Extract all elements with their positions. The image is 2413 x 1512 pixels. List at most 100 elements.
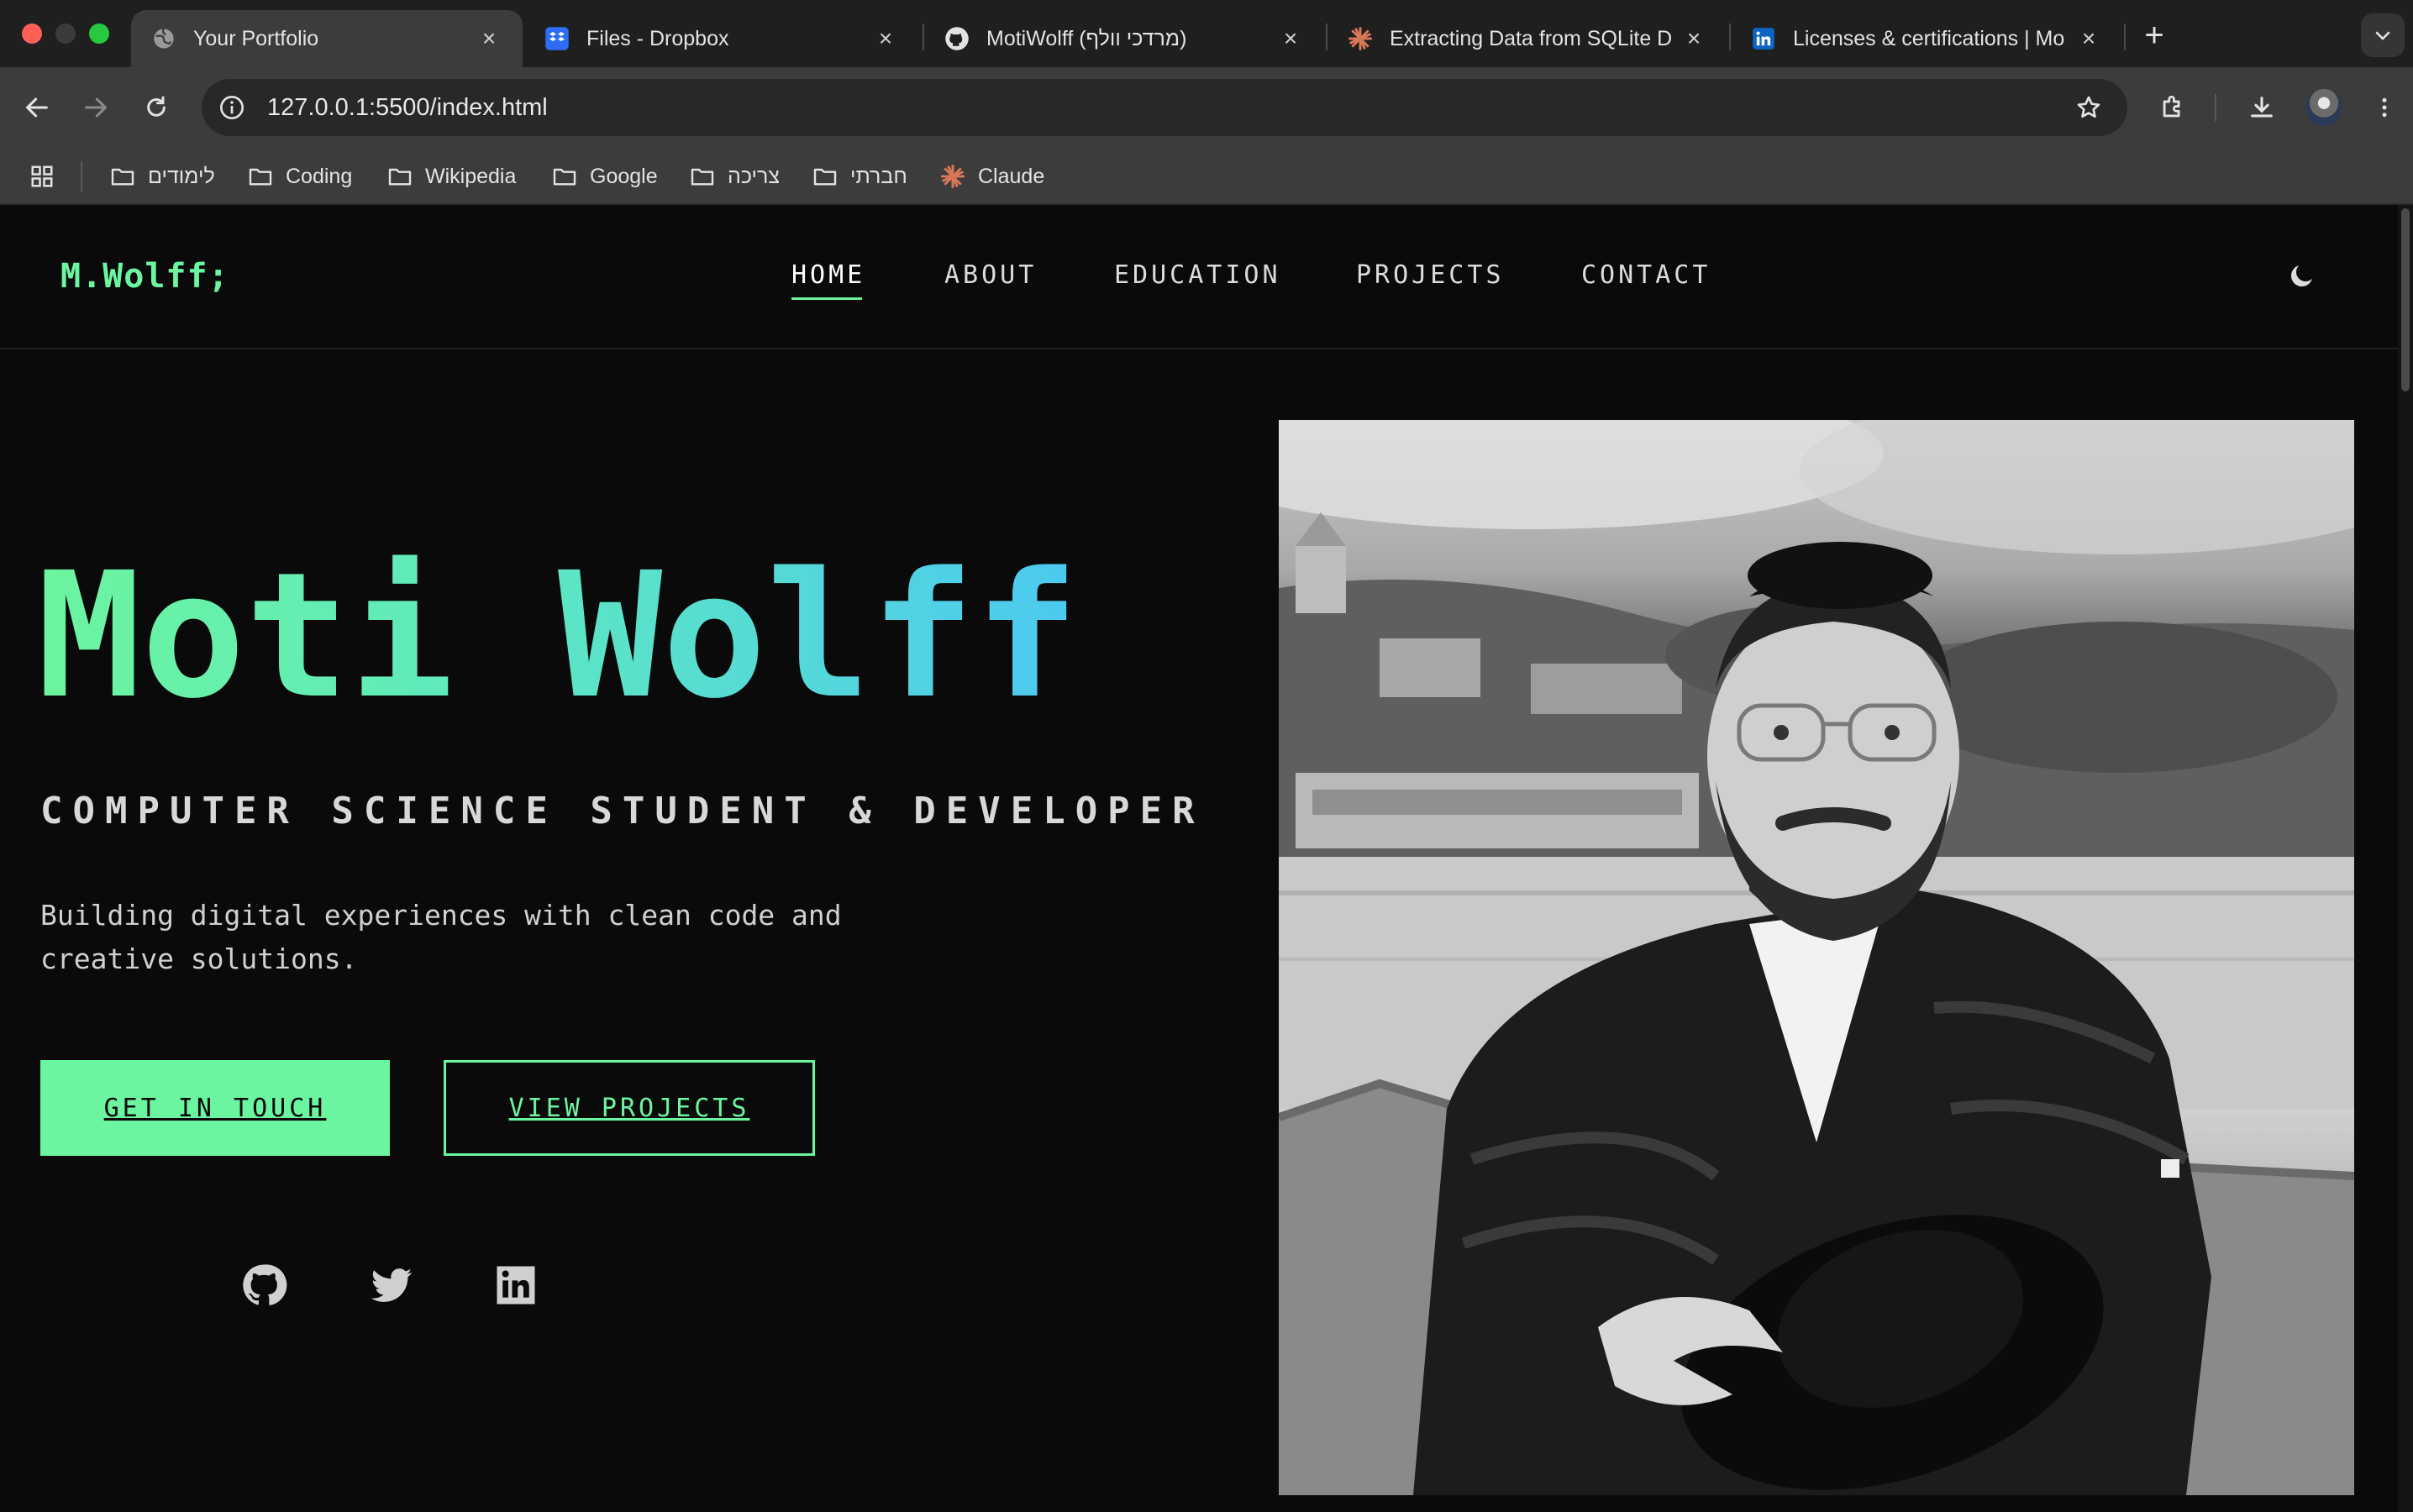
profile-photo xyxy=(1279,420,2354,1495)
nav-about[interactable]: ABOUT xyxy=(944,260,1037,290)
chevron-down-icon xyxy=(2375,31,2390,40)
puzzle-icon xyxy=(2163,95,2180,118)
dropbox-icon xyxy=(544,26,570,51)
url-text: 127.0.0.1:5500/index.html xyxy=(267,93,548,121)
bookmark-folder-google[interactable]: Google xyxy=(549,161,658,192)
page-viewport: M.Wolff; HOME ABOUT EDUCATION PROJECTS C… xyxy=(0,205,2398,1512)
bookmarks-bar xyxy=(0,148,2413,205)
nav-label: PROJECTS xyxy=(1356,260,1505,290)
tab-title: Licenses & certifications | Mo xyxy=(1793,26,2065,50)
bookmark-label: Wikipedia xyxy=(425,164,517,188)
apps-grid-icon xyxy=(27,161,57,192)
claude-icon xyxy=(938,161,968,192)
bookmark-folder-studies[interactable]: לימודים xyxy=(108,161,215,192)
close-tab-icon[interactable]: × xyxy=(1680,25,1707,52)
tab-search-button[interactable] xyxy=(2361,13,2405,57)
bookmark-label: Google xyxy=(590,164,658,188)
tab-title: Files - Dropbox xyxy=(586,26,729,50)
address-bar[interactable]: 127.0.0.1:5500/index.html xyxy=(202,79,2127,136)
download-icon xyxy=(2251,97,2273,118)
browser-menu-button[interactable] xyxy=(2364,87,2405,128)
downloads-button[interactable] xyxy=(2242,87,2282,128)
hero-description: Building digital experiences with clean … xyxy=(40,899,842,975)
twitter-link[interactable] xyxy=(366,1260,417,1310)
folder-icon xyxy=(245,161,276,192)
bookmark-folder-social[interactable]: חברתי xyxy=(810,161,907,192)
folder-icon xyxy=(549,161,580,192)
bookmark-star-icon[interactable] xyxy=(2072,91,2105,124)
folder-icon xyxy=(385,161,415,192)
tab-title: MotiWolff (מרדכי וולף) xyxy=(986,26,1187,50)
more-vertical-icon xyxy=(2382,97,2387,118)
reload-icon xyxy=(147,96,166,117)
linkedin-icon xyxy=(497,1266,535,1305)
tab-title: Extracting Data from SQLite D xyxy=(1390,26,1673,50)
theme-toggle-button[interactable] xyxy=(2284,257,2321,294)
moon-icon xyxy=(2290,265,2312,287)
apps-button[interactable] xyxy=(27,161,67,192)
site-header: M.Wolff; HOME ABOUT EDUCATION PROJECTS C… xyxy=(0,205,2398,349)
tab-separator xyxy=(2124,24,2126,50)
profile-avatar[interactable] xyxy=(2305,89,2342,126)
folder-icon xyxy=(687,161,718,192)
tab-title: Your Portfolio xyxy=(193,26,319,50)
get-in-touch-button[interactable]: GET IN TOUCH xyxy=(40,1060,390,1156)
linkedin-link[interactable] xyxy=(491,1260,541,1310)
forward-button[interactable] xyxy=(74,86,118,129)
bookmark-label: Claude xyxy=(978,164,1045,188)
bookmark-folder-shopping[interactable]: צריכה xyxy=(687,161,780,192)
bookmark-folder-coding[interactable]: Coding xyxy=(245,161,352,192)
nav-projects[interactable]: PROJECTS xyxy=(1356,260,1505,290)
nav-contact[interactable]: CONTACT xyxy=(1581,260,1711,290)
reload-button[interactable] xyxy=(134,86,178,129)
folder-icon xyxy=(108,161,138,192)
hero-subtitle: COMPUTER SCIENCE STUDENT & DEVELOPER xyxy=(40,790,1205,832)
close-tab-icon[interactable]: × xyxy=(872,25,899,52)
nav-education[interactable]: EDUCATION xyxy=(1114,260,1281,290)
bookmarks-separator xyxy=(81,161,82,192)
new-tab-button[interactable]: + xyxy=(2136,17,2173,54)
nav-label: ABOUT xyxy=(944,260,1038,290)
browser-toolbar: 127.0.0.1:5500/index.html xyxy=(0,67,2413,148)
nav-home[interactable]: HOME xyxy=(791,260,866,300)
close-tab-icon[interactable]: × xyxy=(2075,25,2102,52)
github-icon xyxy=(944,26,970,51)
extensions-button[interactable] xyxy=(2153,87,2193,128)
site-info-icon[interactable] xyxy=(215,91,249,124)
bookmark-label: חברתי xyxy=(850,164,907,188)
tab-github[interactable]: MotiWolff (מרדכי וולף) × xyxy=(924,10,1324,67)
view-projects-button[interactable]: VIEW PROJECTS xyxy=(444,1060,815,1156)
site-logo[interactable]: M.Wolff; xyxy=(60,257,229,296)
nav-label: EDUCATION xyxy=(1114,260,1281,290)
tab-strip: Your Portfolio × Files - Dropbox × MotiW… xyxy=(0,0,2413,67)
tab-your-portfolio[interactable]: Your Portfolio × xyxy=(131,10,523,67)
bookmark-claude[interactable]: Claude xyxy=(938,161,1044,192)
linkedin-icon xyxy=(1751,26,1776,51)
arrow-left-icon xyxy=(25,97,48,118)
page-scrollbar[interactable] xyxy=(2398,205,2413,1512)
portrait-illustration xyxy=(1279,420,2354,1495)
toolbar-separator xyxy=(2215,94,2216,121)
active-nav-indicator xyxy=(791,297,863,300)
tab-linkedin[interactable]: Licenses & certifications | Mo × xyxy=(1731,10,2122,67)
github-link[interactable] xyxy=(239,1260,289,1310)
arrow-right-icon xyxy=(85,97,108,118)
bookmark-label: Coding xyxy=(286,164,353,188)
nav-label: HOME xyxy=(791,260,866,290)
tab-dropbox[interactable]: Files - Dropbox × xyxy=(524,10,919,67)
minimize-window-button[interactable] xyxy=(55,24,76,44)
hero-name: Moti Wolff xyxy=(37,535,1080,737)
globe-icon xyxy=(151,26,176,51)
bookmark-label: צריכה xyxy=(728,164,780,188)
folder-icon xyxy=(810,161,840,192)
close-tab-icon[interactable]: × xyxy=(476,25,502,52)
github-icon xyxy=(243,1264,287,1305)
tab-claude[interactable]: Extracting Data from SQLite D × xyxy=(1327,10,1727,67)
bookmark-folder-wikipedia[interactable]: Wikipedia xyxy=(385,161,516,192)
close-tab-icon[interactable]: × xyxy=(1277,25,1304,52)
maximize-window-button[interactable] xyxy=(89,24,109,44)
close-window-button[interactable] xyxy=(22,24,42,44)
bookmark-label: לימודים xyxy=(148,164,215,188)
back-button[interactable] xyxy=(15,86,59,129)
scrollbar-thumb[interactable] xyxy=(2401,208,2410,391)
